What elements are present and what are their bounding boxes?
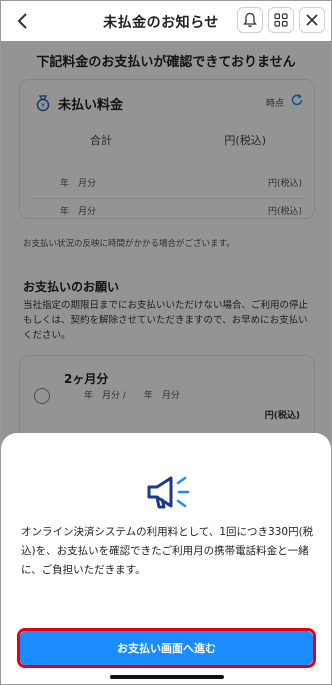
bell-icon xyxy=(243,12,257,28)
home-indicator xyxy=(110,675,224,679)
close-icon xyxy=(306,14,318,26)
header: 未払金のお知らせ xyxy=(1,1,331,41)
close-button[interactable] xyxy=(299,7,325,33)
sheet-message: オンライン決済システムの利用料として、1回につき330円(税込)を、お支払いを確… xyxy=(21,526,314,576)
notification-button[interactable] xyxy=(237,7,263,33)
proceed-to-payment-button[interactable]: お支払い画面へ進む xyxy=(20,631,313,665)
grid-icon xyxy=(274,13,288,27)
megaphone-icon xyxy=(147,476,190,509)
menu-grid-button[interactable] xyxy=(268,7,294,33)
bottom-sheet: オンライン決済システムの利用料として、1回につき330円(税込)を、お支払いを確… xyxy=(1,433,331,684)
app-frame: 未払金のお知らせ 下記料金のお支払いが確認できておりません ¥ 未払い料金 時点… xyxy=(0,0,332,685)
